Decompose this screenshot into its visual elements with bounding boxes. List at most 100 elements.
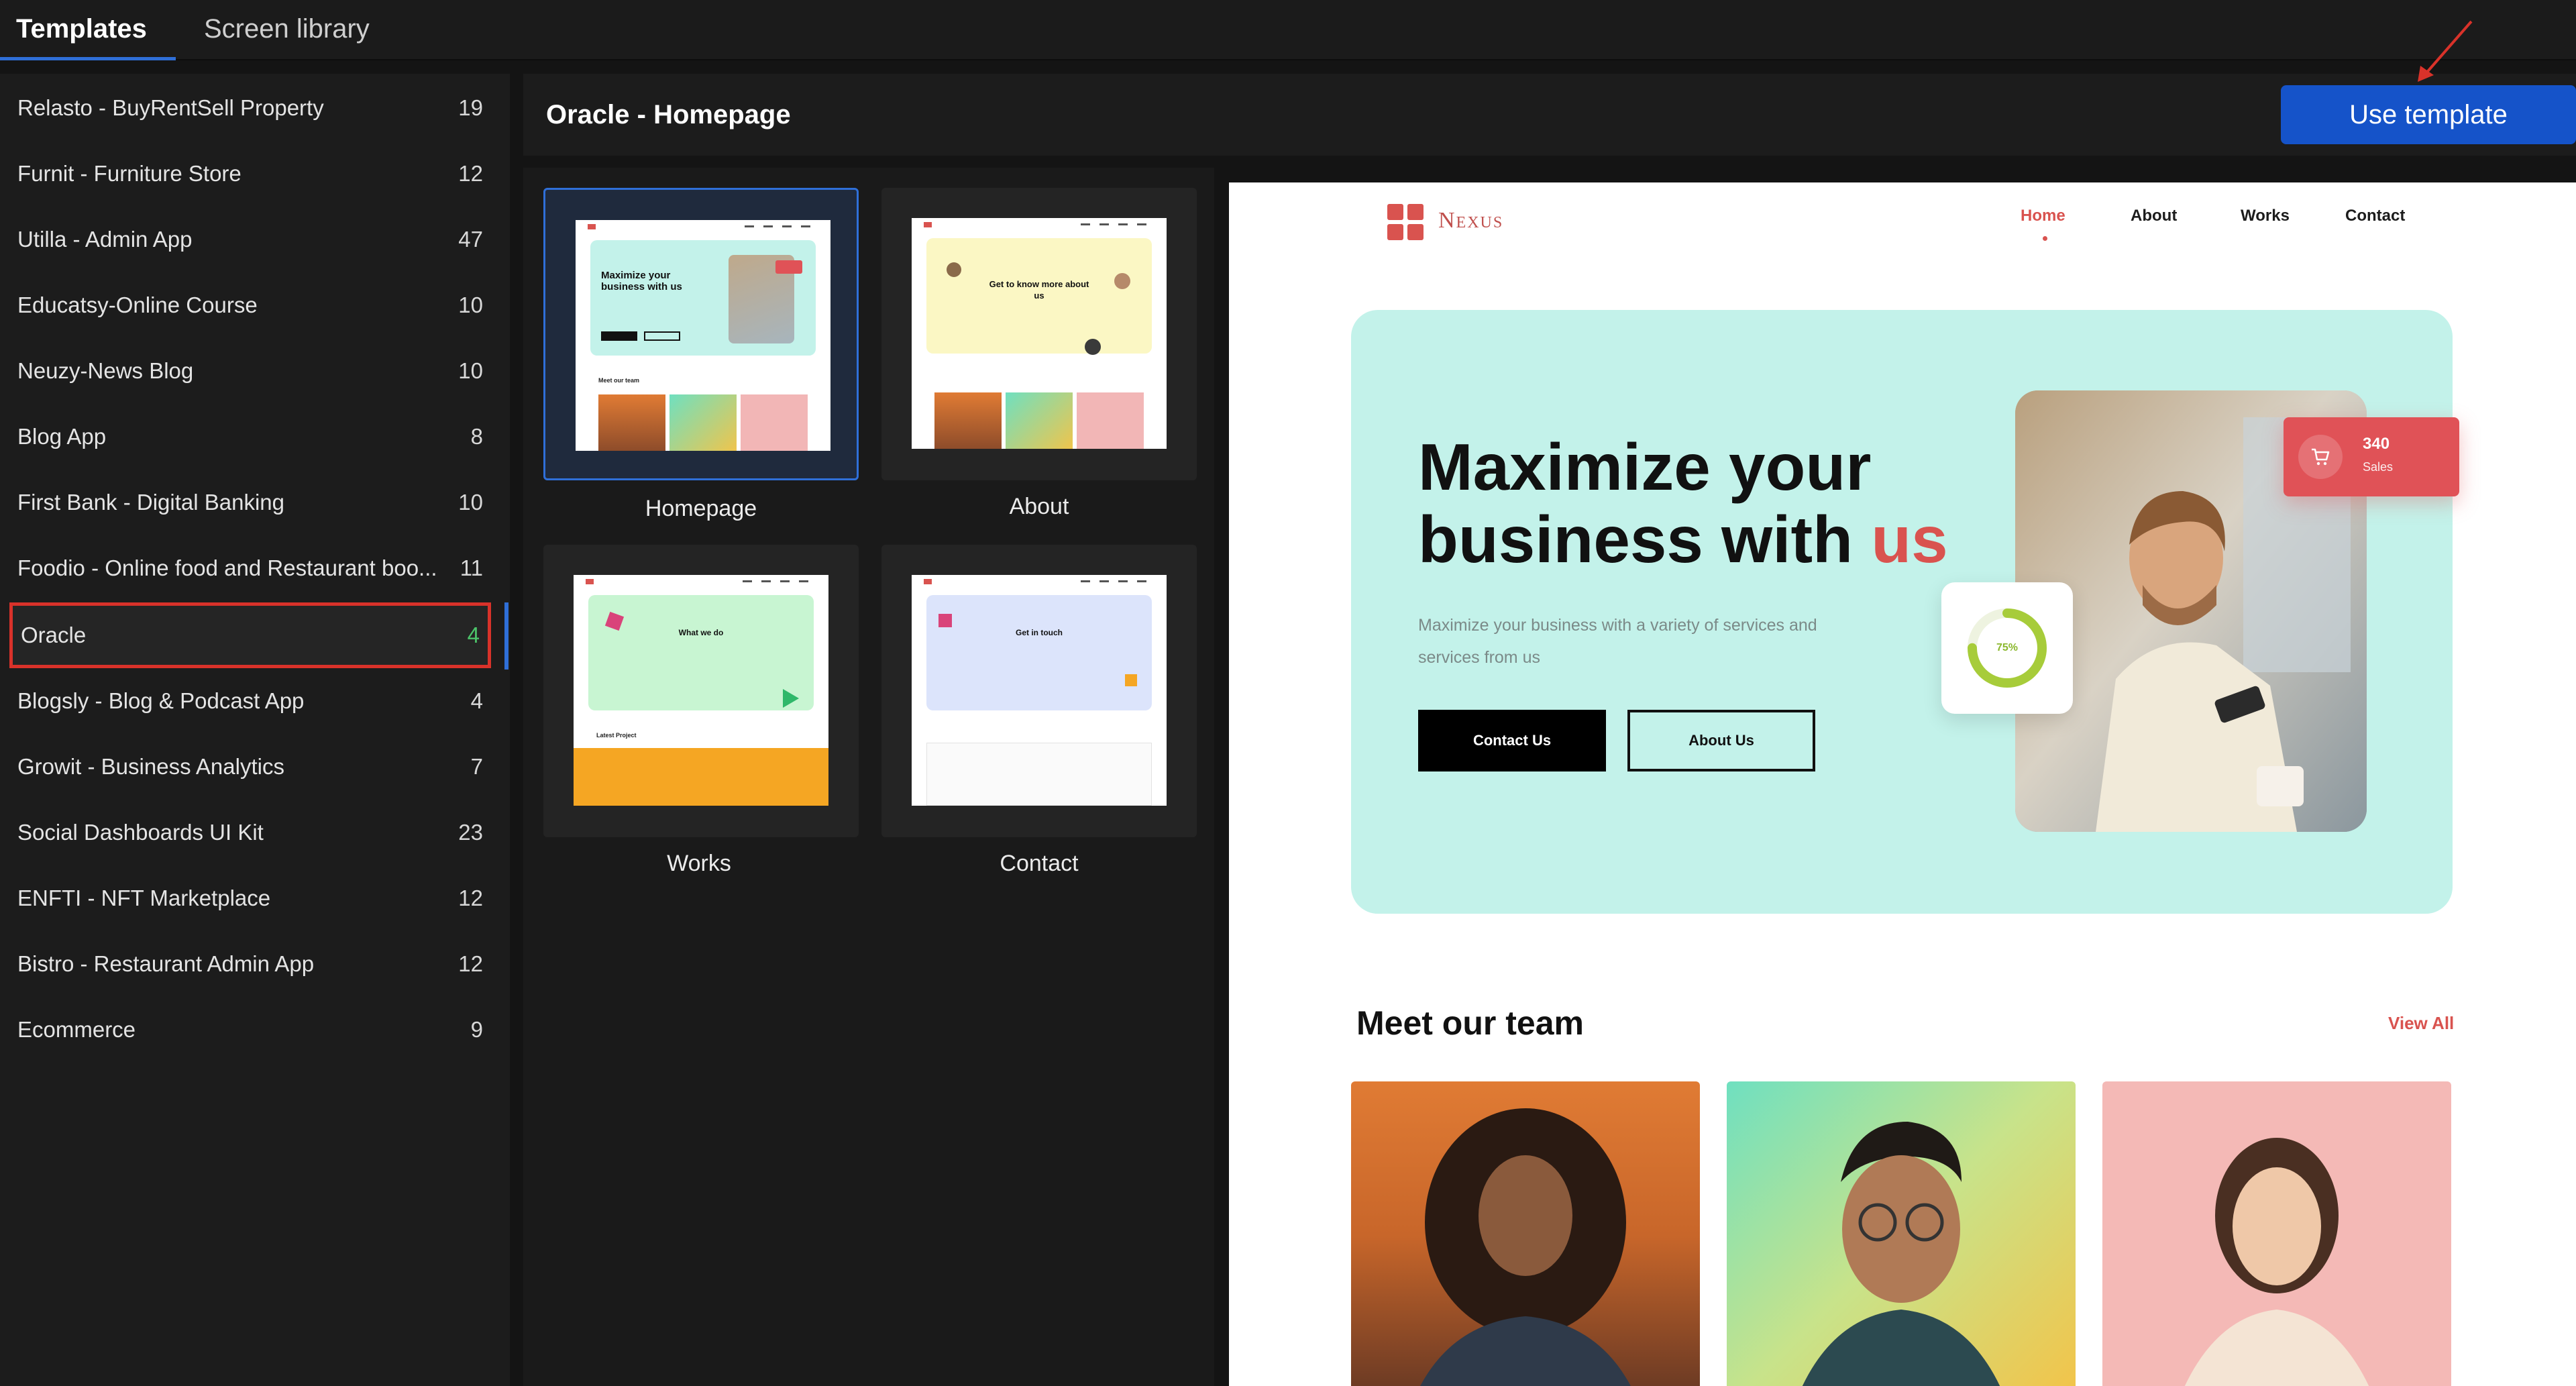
nexus-logo-icon bbox=[1387, 204, 1424, 240]
sidebar-item-label: Relasto - BuyRentSell Property bbox=[17, 95, 324, 120]
sidebar-item-utilla[interactable]: Utilla - Admin App 47 bbox=[9, 207, 491, 272]
tab-templates[interactable]: Templates bbox=[0, 0, 176, 60]
team-member-photo bbox=[1351, 1081, 1700, 1386]
sidebar-item-relasto[interactable]: Relasto - BuyRentSell Property 19 bbox=[9, 75, 491, 141]
sidebar-item-count: 12 bbox=[458, 886, 483, 910]
nav-contact[interactable]: Contact bbox=[2345, 207, 2405, 225]
nav-about[interactable]: About bbox=[2131, 207, 2177, 225]
sidebar-item-neuzy[interactable]: Neuzy-News Blog 10 bbox=[9, 338, 491, 404]
sidebar-item-blog-app[interactable]: Blog App 8 bbox=[9, 404, 491, 470]
sales-card: 340 Sales bbox=[2284, 417, 2459, 496]
page-title: Oracle - Homepage bbox=[546, 100, 791, 129]
arrow-annotation-icon bbox=[2418, 20, 2473, 82]
sidebar-item-label: Blog App bbox=[17, 424, 107, 449]
sidebar-item-count: 12 bbox=[458, 951, 483, 976]
sidebar-item-oracle[interactable]: Oracle 4 bbox=[9, 602, 491, 668]
tab-screen-library[interactable]: Screen library bbox=[188, 0, 386, 60]
progress-card: 75% bbox=[1941, 582, 2073, 714]
thumb-contact-hero-text: Get in touch bbox=[1016, 628, 1063, 637]
sidebar-item-first-bank[interactable]: First Bank - Digital Banking 10 bbox=[9, 470, 491, 535]
thumb-works-project-text: Latest Project bbox=[596, 732, 637, 739]
sidebar-item-furnit[interactable]: Furnit - Furniture Store 12 bbox=[9, 141, 491, 207]
sidebar-item-label: ENFTI - NFT Marketplace bbox=[17, 886, 271, 910]
team-section-title: Meet our team bbox=[1356, 1004, 1584, 1042]
sidebar-item-enfti[interactable]: ENFTI - NFT Marketplace 12 bbox=[9, 865, 491, 931]
thumbnail-preview: Get to know more about us bbox=[912, 218, 1167, 449]
sidebar-item-label: Social Dashboards UI Kit bbox=[17, 820, 264, 845]
thumbnail-works[interactable]: What we do Latest Project Works bbox=[543, 545, 859, 876]
thumbnail-preview: Maximize your business with us Meet our … bbox=[576, 220, 830, 451]
thumb-home-hero-text: Maximize your business with us bbox=[601, 270, 682, 292]
thumbnail-homepage[interactable]: Maximize your business with us Meet our … bbox=[543, 188, 859, 521]
use-template-button[interactable]: Use template bbox=[2281, 85, 2576, 144]
thumbnail-preview: What we do Latest Project bbox=[574, 575, 828, 806]
nav-active-indicator bbox=[2043, 236, 2047, 241]
sidebar-item-label: Foodio - Online food and Restaurant boo.… bbox=[17, 555, 437, 580]
thumbnail-label: Contact bbox=[1000, 851, 1079, 876]
thumbnail-contact[interactable]: Get in touch Contact bbox=[881, 545, 1197, 876]
sidebar-item-label: Oracle bbox=[21, 623, 87, 647]
sidebar-item-educatsy[interactable]: Educatsy-Online Course 10 bbox=[9, 272, 491, 338]
team-member-photo bbox=[1727, 1081, 2076, 1386]
thumb-contact-form bbox=[926, 743, 1152, 806]
sidebar-item-label: Furnit - Furniture Store bbox=[17, 161, 241, 186]
sidebar-item-label: Blogsly - Blog & Podcast App bbox=[17, 688, 305, 713]
sidebar-item-count: 10 bbox=[458, 490, 483, 515]
thumb-about-hero-text: Get to know more about us bbox=[989, 279, 1089, 301]
sidebar-item-label: Ecommerce bbox=[17, 1017, 136, 1042]
thumbnail-preview: Get in touch bbox=[912, 575, 1167, 806]
sidebar-item-foodio[interactable]: Foodio - Online food and Restaurant boo.… bbox=[9, 535, 491, 601]
screen-thumbnails-panel: Maximize your business with us Meet our … bbox=[523, 168, 1214, 1386]
view-all-link[interactable]: View All bbox=[2388, 1013, 2454, 1034]
nav-home[interactable]: Home bbox=[2021, 207, 2065, 225]
sales-count: 340 bbox=[2363, 435, 2390, 453]
sidebar-item-label: Bistro - Restaurant Admin App bbox=[17, 951, 315, 976]
screen-preview: Nexus Home About Works Contact Maximize … bbox=[1229, 182, 2576, 1386]
sidebar-item-blogsly[interactable]: Blogsly - Blog & Podcast App 4 bbox=[9, 668, 491, 734]
sidebar-item-ecommerce[interactable]: Ecommerce 9 bbox=[9, 997, 491, 1063]
template-list-sidebar: Relasto - BuyRentSell Property 19 Furnit… bbox=[0, 74, 510, 1386]
sidebar-item-growit[interactable]: Growit - Business Analytics 7 bbox=[9, 734, 491, 800]
sidebar-item-count: 4 bbox=[470, 688, 483, 713]
about-us-button[interactable]: About Us bbox=[1627, 710, 1815, 771]
sidebar-item-count: 10 bbox=[458, 292, 483, 317]
hero-title-accent: us bbox=[1871, 502, 1948, 576]
sidebar-item-label: Utilla - Admin App bbox=[17, 227, 193, 252]
sidebar-selection-indicator bbox=[504, 602, 508, 670]
brand-name: Nexus bbox=[1438, 208, 1504, 233]
hero-subtitle: Maximize your business with a variety of… bbox=[1418, 616, 1817, 667]
hero-section: Maximize your business with us Maximize … bbox=[1351, 310, 2459, 914]
sidebar-item-count: 10 bbox=[458, 358, 483, 383]
team-member-photo bbox=[2102, 1081, 2451, 1386]
sidebar-item-label: Neuzy-News Blog bbox=[17, 358, 194, 383]
hero-title-line1: Maximize your bbox=[1418, 430, 1872, 504]
sidebar-item-count: 11 bbox=[460, 555, 483, 580]
thumbnail-about[interactable]: Get to know more about us About bbox=[881, 188, 1197, 519]
sidebar-item-count: 23 bbox=[458, 820, 483, 845]
sidebar-item-label: Educatsy-Online Course bbox=[17, 292, 258, 317]
sidebar-item-count: 19 bbox=[458, 95, 483, 120]
sidebar-item-count: 8 bbox=[470, 424, 483, 449]
sidebar-item-count: 4 bbox=[467, 623, 480, 647]
cart-icon bbox=[2298, 435, 2343, 479]
sidebar-item-label: Growit - Business Analytics bbox=[17, 754, 284, 779]
contact-us-button[interactable]: Contact Us bbox=[1418, 710, 1606, 771]
sidebar-item-count: 7 bbox=[470, 754, 483, 779]
thumbnail-label: About bbox=[1009, 494, 1069, 519]
hero-title: Maximize your business with us bbox=[1418, 431, 1995, 576]
sidebar-item-count: 9 bbox=[470, 1017, 483, 1042]
sales-label: Sales bbox=[2363, 460, 2394, 474]
thumbnail-label: Works bbox=[667, 851, 731, 876]
sidebar-item-social-dashboards[interactable]: Social Dashboards UI Kit 23 bbox=[9, 800, 491, 865]
hero-title-line2: business with bbox=[1418, 502, 1854, 576]
sidebar-item-count: 47 bbox=[458, 227, 483, 252]
sidebar-item-bistro[interactable]: Bistro - Restaurant Admin App 12 bbox=[9, 931, 491, 997]
thumbnail-label: Homepage bbox=[645, 496, 757, 521]
sidebar-item-count: 12 bbox=[458, 161, 483, 186]
top-tabs-bar: Templates Screen library bbox=[0, 0, 2576, 60]
progress-label: 75% bbox=[1996, 642, 2019, 653]
nav-works[interactable]: Works bbox=[2241, 207, 2290, 225]
thumb-works-hero-text: What we do bbox=[678, 628, 724, 637]
template-header: Oracle - Homepage Use template bbox=[523, 74, 2576, 156]
thumb-home-team-text: Meet our team bbox=[598, 377, 640, 384]
